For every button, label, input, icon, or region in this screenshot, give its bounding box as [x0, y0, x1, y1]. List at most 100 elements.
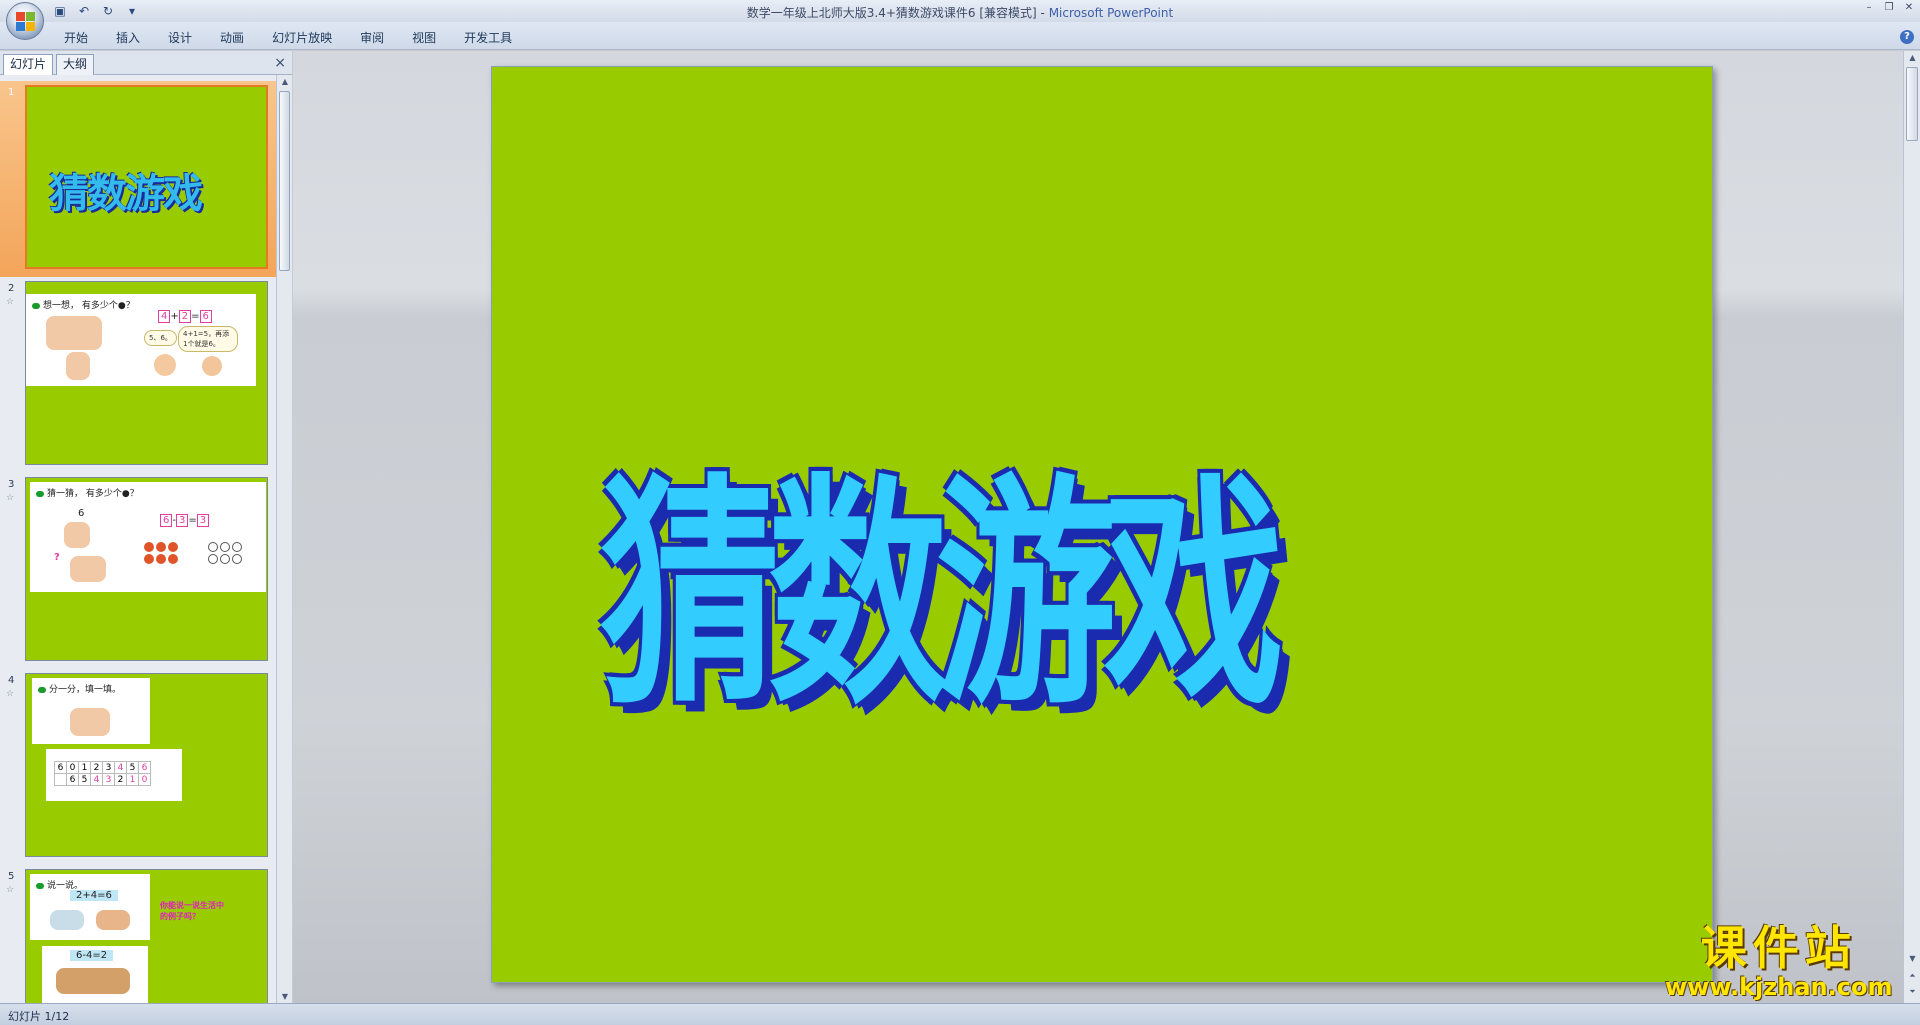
watermark-logo: 课件站 www.kjzhan.com [1665, 922, 1892, 1000]
bullet-icon [32, 302, 40, 309]
current-slide[interactable]: 猜数游戏 [491, 66, 1713, 983]
girl-image [154, 354, 176, 376]
slide-thumbnail-5[interactable]: 5 ☆ 说一说。 2+4=6 6-4=2 你能说一说生活中 的例子吗？ [0, 865, 276, 1003]
hand-image [70, 556, 106, 582]
animation-star-icon: ☆ [6, 689, 15, 699]
slides-pane: 幻灯片 大纲 × 1 猜数游戏 2 ☆ 想一想， 有多少个●？ 4+2=6 [0, 51, 292, 1003]
number-table-image: 60123456 6543210 [46, 749, 182, 801]
bowl-image [96, 910, 130, 930]
title-separator: - [1036, 6, 1049, 20]
tab-design[interactable]: 设计 [154, 29, 206, 47]
ribbon-tabs: 开始 插入 设计 动画 幻灯片放映 审阅 视图 开发工具 [50, 29, 526, 47]
speech-bubble: 4+1=5，再添1个就是6。 [178, 326, 238, 352]
slide-image: 分一分，填一填。 [32, 678, 150, 744]
hand-image [66, 352, 90, 380]
tab-view[interactable]: 视图 [398, 29, 450, 47]
scroll-down-icon[interactable]: ▼ [277, 992, 293, 1001]
bullet-icon [36, 490, 44, 497]
ball-icon [168, 542, 178, 552]
thumbnail-canvas: 猜一猜， 有多少个●？ 6 ? 6-3 = 3 [25, 477, 268, 661]
minimize-icon[interactable]: – [1862, 2, 1876, 14]
scroll-up-icon[interactable]: ▲ [277, 77, 293, 86]
restore-icon[interactable]: ❐ [1882, 2, 1896, 14]
window-title: 数学一年级上北师大版3.4+猜数游戏课件6 [兼容模式] - Microsoft… [0, 4, 1920, 21]
slide-scrollbar[interactable]: ▲ ▼ ⏶ ⏷ [1903, 51, 1920, 1003]
scroll-up-icon[interactable]: ▲ [1904, 53, 1920, 62]
scrollbar-thumb[interactable] [1906, 67, 1918, 141]
tab-review[interactable]: 审阅 [346, 29, 398, 47]
slide-image: 说一说。 2+4=6 [30, 874, 150, 940]
slide-thumbnail-3[interactable]: 3 ☆ 猜一猜， 有多少个●？ 6 ? 6-3 = 3 [0, 473, 276, 669]
slide-image: 6-4=2 [42, 946, 148, 1003]
ball-icon [156, 542, 166, 552]
app-name: Microsoft PowerPoint [1048, 6, 1174, 20]
ring-icon [208, 554, 218, 564]
animation-star-icon: ☆ [6, 493, 15, 503]
status-bar: 幻灯片 1/12 [0, 1003, 1920, 1025]
title-bar: ▣ ↶ ↻ ▾ 数学一年级上北师大版3.4+猜数游戏课件6 [兼容模式] - M… [0, 0, 1920, 22]
tab-home[interactable]: 开始 [50, 29, 102, 47]
image-caption: 分一分，填一填。 [38, 682, 121, 695]
boy-image [202, 356, 222, 376]
watermark-text: 课件站 [1700, 921, 1857, 975]
close-icon[interactable]: ✕ [1902, 2, 1916, 14]
bowl-image [50, 910, 84, 930]
table-row: 60123456 [54, 761, 151, 774]
ball-icon [144, 554, 154, 564]
previous-slide-icon[interactable]: ⏶ [1904, 971, 1920, 981]
hands-image [70, 708, 110, 736]
slide-image: 想一想， 有多少个●？ 4 +2 = 6 5、6。 4+1=5，再添1个就是6。 [26, 294, 256, 386]
office-button[interactable] [6, 2, 44, 40]
animals-image [56, 968, 130, 994]
thumbnail-canvas: 说一说。 2+4=6 6-4=2 你能说一说生活中 的例子吗？ [25, 869, 268, 1003]
tab-animations[interactable]: 动画 [206, 29, 258, 47]
tab-slide-show[interactable]: 幻灯片放映 [258, 29, 346, 47]
tab-slides[interactable]: 幻灯片 [3, 54, 54, 75]
question-mark: ? [54, 552, 60, 563]
bullet-icon [36, 882, 44, 889]
ring-icon [220, 554, 230, 564]
tab-insert[interactable]: 插入 [102, 29, 154, 47]
equation: 6-4=2 [70, 950, 114, 961]
ring-icon [232, 554, 242, 564]
hand-image [64, 522, 90, 548]
slide-thumbnail-1[interactable]: 1 猜数游戏 [0, 81, 276, 277]
table-row: 6543210 [54, 773, 151, 786]
watermark-url: www.kjzhan.com [1665, 973, 1893, 1001]
hands-image [46, 316, 102, 350]
next-slide-icon[interactable]: ⏷ [1904, 987, 1920, 997]
slide-title[interactable]: 猜数游戏 [600, 397, 1284, 749]
animation-star-icon: ☆ [6, 297, 15, 307]
ball-icon [144, 542, 154, 552]
scroll-down-icon[interactable]: ▼ [1904, 954, 1920, 963]
close-pane-icon[interactable]: × [274, 55, 286, 71]
top-number: 6 [78, 508, 85, 519]
ribbon: 开始 插入 设计 动画 幻灯片放映 审阅 视图 开发工具 ? [0, 22, 1920, 50]
ball-icon [168, 554, 178, 564]
scrollbar-thumb[interactable] [279, 91, 290, 271]
slide-number: 3 [8, 479, 15, 490]
thumbnail-list: 1 猜数游戏 2 ☆ 想一想， 有多少个●？ 4 +2 = 6 5、6。 4+1=5，… [0, 75, 276, 1003]
ring-icon [220, 542, 230, 552]
tab-developer[interactable]: 开发工具 [450, 29, 526, 47]
slide-thumbnail-4[interactable]: 4 ☆ 分一分，填一填。 60123456 6543210 [0, 669, 276, 865]
image-caption: 想一想， 有多少个●？ [32, 298, 135, 311]
slide-number: 1 [8, 87, 15, 98]
thumbnail-scrollbar[interactable]: ▲ ▼ [276, 75, 292, 1003]
ring-icon [208, 542, 218, 552]
slide-editing-area: 猜数游戏 [293, 51, 1903, 1003]
slide-thumbnail-2[interactable]: 2 ☆ 想一想， 有多少个●？ 4 +2 = 6 5、6。 4+1=5，再添1个就是6… [0, 277, 276, 473]
note-text-1: 你能说一说生活中 [160, 901, 224, 910]
image-caption: 猜一猜， 有多少个●？ [36, 486, 139, 499]
office-logo-icon [16, 12, 36, 32]
help-icon[interactable]: ? [1900, 30, 1914, 44]
number-table: 60123456 6543210 [54, 761, 151, 786]
window-controls: – ❐ ✕ [1862, 2, 1916, 14]
animation-star-icon: ☆ [6, 885, 15, 895]
thumbnail-canvas: 猜数游戏 [25, 85, 268, 269]
slide-counter: 幻灯片 1/12 [8, 1010, 70, 1023]
tab-outline[interactable]: 大纲 [56, 54, 95, 75]
slide-number: 5 [8, 871, 15, 882]
equation: 6-3 = 3 [160, 514, 210, 527]
bullet-icon [38, 686, 46, 693]
